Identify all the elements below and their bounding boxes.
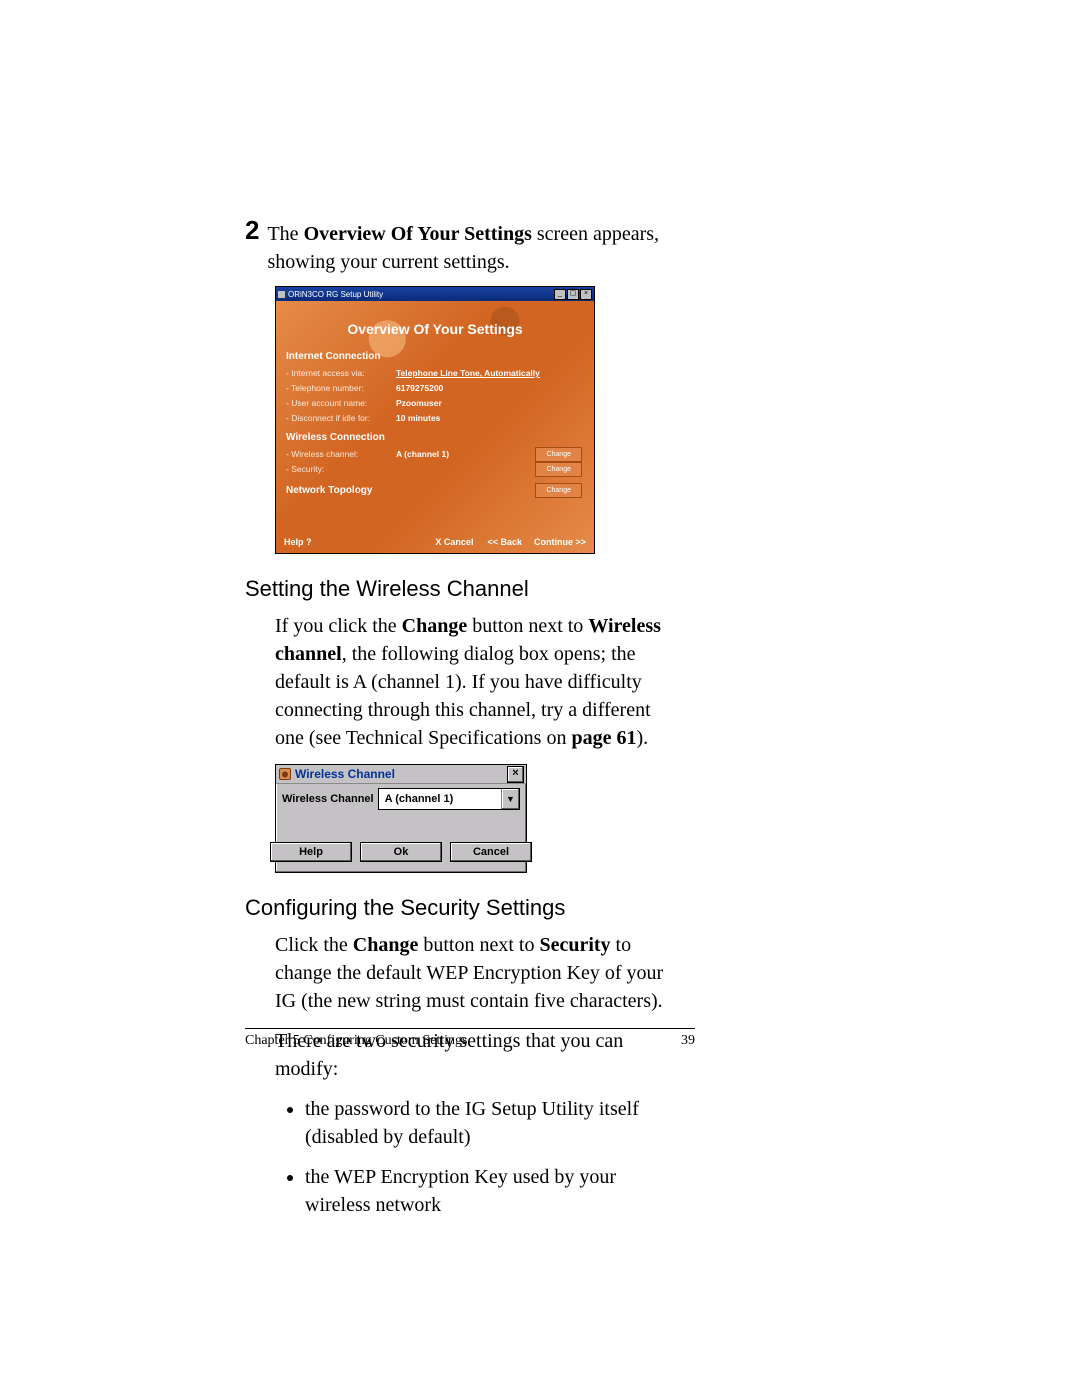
t: Click the	[275, 934, 353, 956]
security-bullets: the password to the IG Setup Utility its…	[275, 1095, 685, 1219]
back-link[interactable]: << Back	[487, 537, 522, 547]
para-wireless: If you click the Change button next to W…	[275, 612, 675, 752]
footer-page-number: 39	[681, 1033, 695, 1049]
lbl: Telephone number:	[286, 381, 396, 396]
wc-titlebar: Wireless Channel ×	[276, 765, 526, 784]
row-telephone: Telephone number: 6179275200	[286, 381, 584, 396]
change-topology-button[interactable]: Change	[535, 483, 582, 498]
overview-window: ORiN3CO RG Setup Utility _ ▢ × Overview …	[275, 286, 595, 554]
minimize-icon[interactable]: _	[554, 289, 566, 300]
ok-button[interactable]: Ok	[360, 842, 442, 862]
t-bold: Security	[539, 934, 610, 956]
app-icon	[279, 768, 291, 780]
overview-window-title: ORiN3CO RG Setup Utility	[278, 290, 383, 299]
overview-footer: Help ? X Cancel << Back Continue >>	[276, 537, 594, 547]
t: button next to	[467, 615, 588, 637]
lbl: Internet access via:	[286, 366, 396, 381]
wc-selected-value: A (channel 1)	[385, 793, 454, 805]
bullet-item: the password to the IG Setup Utility its…	[305, 1095, 685, 1151]
t-bold: Change	[402, 615, 468, 637]
overview-heading: Overview Of Your Settings	[286, 321, 584, 337]
heading-wireless: Setting the Wireless Channel	[245, 576, 845, 602]
footer-left: Chapter 5 Configuring Custom Settings	[245, 1033, 467, 1049]
row-topology: Network Topology Change	[286, 483, 584, 498]
wc-title: Wireless Channel	[295, 767, 395, 781]
row-internet-access: Internet access via: Telephone Line Tone…	[286, 366, 584, 381]
continue-link[interactable]: Continue >>	[534, 537, 586, 547]
val: 6179275200	[396, 381, 584, 396]
help-link[interactable]: Help ?	[284, 537, 312, 547]
wc-button-row: Help Ok Cancel	[282, 842, 520, 864]
section-internet-title: Internet Connection	[286, 351, 584, 362]
lbl: Disconnect if idle for:	[286, 411, 396, 426]
lbl: User account name:	[286, 396, 396, 411]
step-2: 2 The Overview Of Your Settings screen a…	[245, 220, 845, 276]
t: The	[267, 223, 303, 245]
close-icon[interactable]: ×	[580, 289, 592, 300]
wc-label: Wireless Channel	[282, 793, 374, 805]
window-buttons: _ ▢ ×	[554, 289, 592, 300]
row-security: Security: Change	[286, 462, 584, 477]
t: ).	[636, 727, 648, 749]
row-disconnect-idle: Disconnect if idle for: 10 minutes	[286, 411, 584, 426]
t-bold: Change	[353, 934, 419, 956]
step-number: 2	[245, 218, 259, 242]
row-wireless-channel: Wireless channel: A (channel 1) Change	[286, 447, 584, 462]
t-bold: Overview Of Your Settings	[304, 223, 532, 245]
change-security-button[interactable]: Change	[535, 462, 582, 477]
val: 10 minutes	[396, 411, 584, 426]
overview-titlebar: ORiN3CO RG Setup Utility _ ▢ ×	[276, 287, 594, 301]
maximize-icon[interactable]: ▢	[567, 289, 579, 300]
lbl: Security:	[286, 462, 396, 477]
page-footer: Chapter 5 Configuring Custom Settings 39	[245, 1028, 695, 1049]
val: Telephone Line Tone, Automatically	[396, 366, 584, 381]
wireless-channel-dialog: Wireless Channel × Wireless Channel A (c…	[275, 764, 527, 873]
chevron-down-icon[interactable]: ▼	[501, 789, 519, 809]
row-user-account: User account name: Pzoomuser	[286, 396, 584, 411]
section-topology-title: Network Topology	[286, 483, 372, 498]
cancel-link[interactable]: X Cancel	[435, 537, 473, 547]
bullet-item: the WEP Encryption Key used by your wire…	[305, 1163, 685, 1219]
change-wireless-button[interactable]: Change	[535, 447, 582, 462]
val: Pzoomuser	[396, 396, 584, 411]
wc-body: Wireless Channel A (channel 1) ▼ Help Ok…	[276, 784, 526, 872]
wc-row: Wireless Channel A (channel 1) ▼	[282, 788, 520, 810]
wc-select[interactable]: A (channel 1) ▼	[378, 788, 520, 810]
step-text: The Overview Of Your Settings screen app…	[267, 220, 677, 276]
overview-body: Overview Of Your Settings Internet Conne…	[276, 301, 594, 553]
heading-security: Configuring the Security Settings	[245, 895, 845, 921]
t-bold: page 61	[571, 727, 636, 749]
val-link[interactable]: Telephone Line Tone, Automatically	[396, 368, 540, 378]
para-security-1: Click the Change button next to Security…	[275, 931, 675, 1015]
document-page: 2 The Overview Of Your Settings screen a…	[245, 220, 845, 1231]
cancel-button[interactable]: Cancel	[450, 842, 532, 862]
close-icon[interactable]: ×	[507, 766, 524, 783]
section-wireless-title: Wireless Connection	[286, 432, 584, 443]
t: If you click the	[275, 615, 402, 637]
t: button next to	[418, 934, 539, 956]
help-button[interactable]: Help	[270, 842, 352, 862]
lbl: Wireless channel:	[286, 447, 396, 462]
